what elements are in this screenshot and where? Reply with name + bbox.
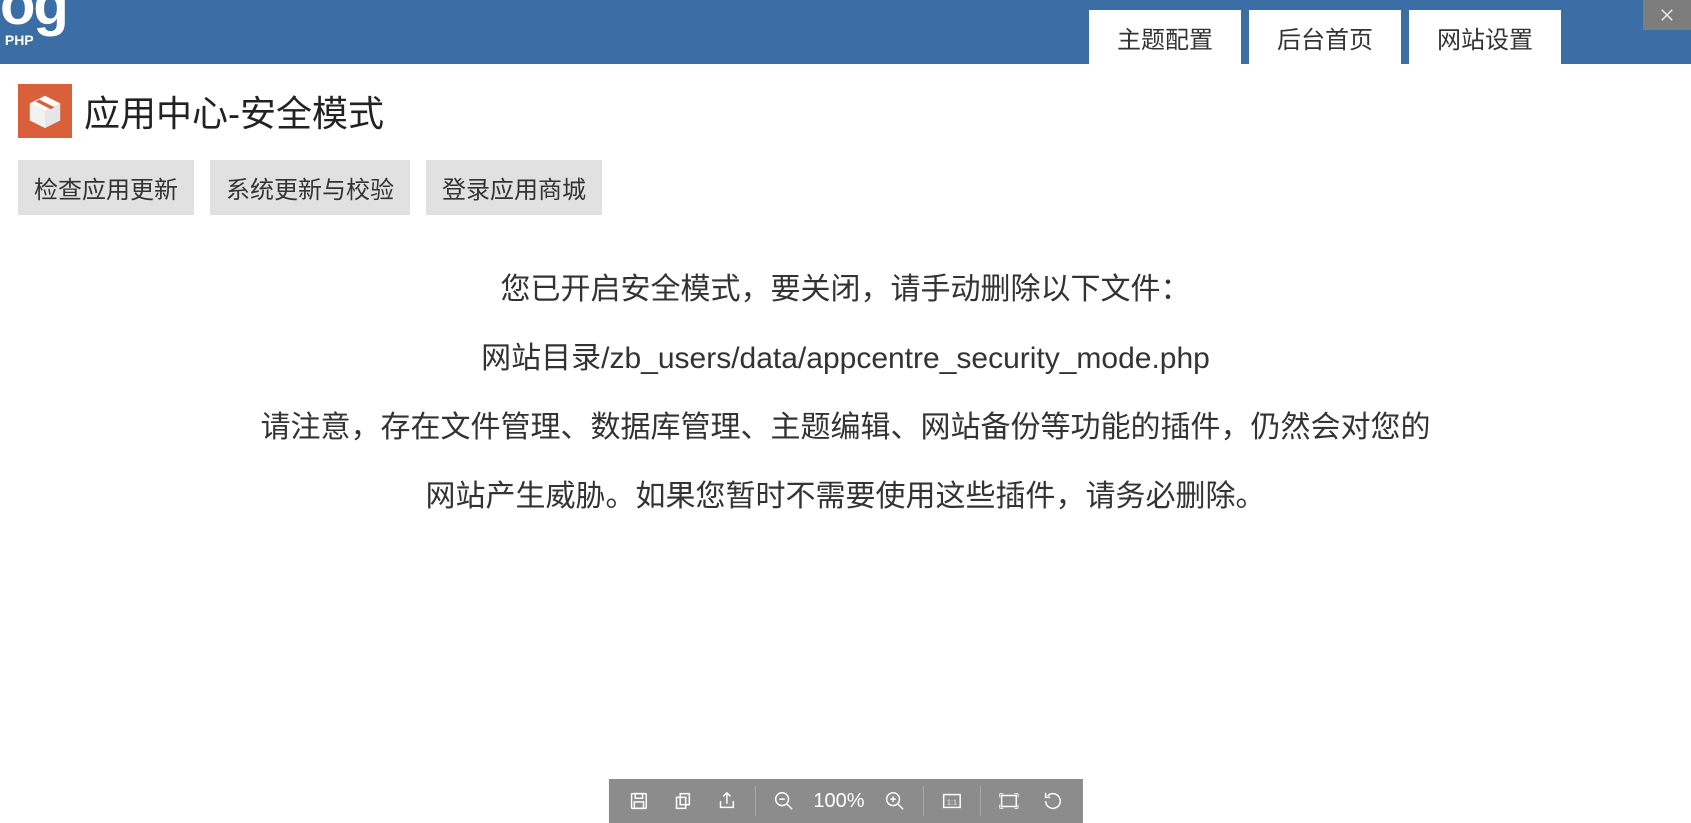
check-updates-button[interactable]: 检查应用更新 [18,160,194,215]
message-line-3: 请注意，存在文件管理、数据库管理、主题编辑、网站备份等功能的插件，仍然会对您的网… [256,393,1436,531]
copy-icon [671,790,693,812]
zoom-in-button[interactable] [875,781,915,821]
page-title: 应用中心-安全模式 [84,85,384,137]
save-icon [627,790,649,812]
zoom-out-button[interactable] [763,781,803,821]
logo-main: og [0,0,67,23]
message-line-2: 网站目录/zb_users/data/appcentre_security_mo… [256,324,1436,393]
message-block: 您已开启安全模式，要关闭，请手动删除以下文件： 网站目录/zb_users/da… [256,255,1436,531]
rotate-icon [1042,790,1064,812]
box-icon [18,84,72,138]
content: 应用中心-安全模式 检查应用更新 系统更新与校验 登录应用商城 您已开启安全模式… [0,64,1691,531]
title-row: 应用中心-安全模式 [18,84,1673,138]
fit-icon [998,790,1020,812]
fit-screen-button[interactable] [989,781,1029,821]
tab-site-settings[interactable]: 网站设置 [1409,10,1561,64]
login-store-button[interactable]: 登录应用商城 [426,160,602,215]
separator [754,786,755,816]
close-icon [1658,6,1676,24]
rotate-button[interactable] [1033,781,1073,821]
share-icon [715,790,737,812]
one-to-one-icon: 1:1 [941,790,963,812]
logo: og PHP [0,0,34,64]
message-line-1: 您已开启安全模式，要关闭，请手动删除以下文件： [256,255,1436,324]
share-button[interactable] [706,781,746,821]
svg-text:1:1: 1:1 [946,798,956,807]
separator [980,786,981,816]
tab-admin-home[interactable]: 后台首页 [1249,10,1401,64]
zoom-in-icon [884,790,906,812]
zoom-out-icon [772,790,794,812]
button-row: 检查应用更新 系统更新与校验 登录应用商城 [18,160,1673,215]
separator [923,786,924,816]
viewer-toolbar: 100% 1:1 [608,779,1082,823]
system-update-button[interactable]: 系统更新与校验 [210,160,410,215]
nav-tabs: 主题配置 后台首页 网站设置 [1089,10,1561,64]
save-button[interactable] [618,781,658,821]
zoom-level: 100% [807,790,870,813]
logo-sub: PHP [5,32,34,48]
header-bar: og PHP 主题配置 后台首页 网站设置 [0,0,1691,64]
actual-size-button[interactable]: 1:1 [932,781,972,821]
close-button[interactable] [1643,0,1691,30]
tab-theme-config[interactable]: 主题配置 [1089,10,1241,64]
copy-button[interactable] [662,781,702,821]
